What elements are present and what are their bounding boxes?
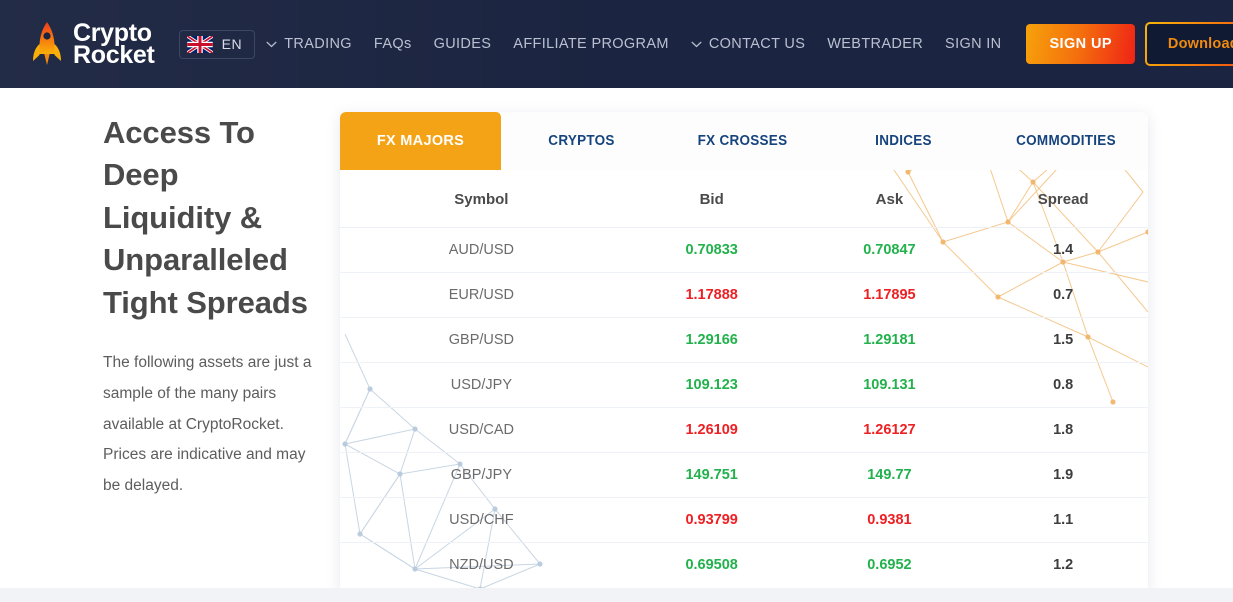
- cell-bid: 1.26109: [622, 407, 801, 453]
- cell-symbol: USD/JPY: [340, 362, 623, 408]
- cell-spread: 0.8: [978, 362, 1148, 408]
- tab-fx-crosses[interactable]: FX CROSSES: [668, 112, 818, 170]
- table-row[interactable]: GBP/JPY 149.751 149.77 1.9: [340, 452, 1148, 498]
- table-row[interactable]: GBP/USD 1.29166 1.29181 1.5: [340, 317, 1148, 363]
- table-row[interactable]: NZD/USD 0.69508 0.6952 1.2: [340, 543, 1148, 588]
- cell-ask: 149.77: [800, 452, 979, 498]
- page-title: Access To Deep Liquidity & Unparalleled …: [103, 115, 308, 320]
- nav-item-webtrader[interactable]: WEBTRADER: [816, 36, 934, 52]
- cell-symbol: EUR/USD: [340, 272, 623, 318]
- quotes-card: FX MAJORS CRYPTOS FX CROSSES INDICES COM…: [340, 112, 1148, 594]
- nav-item-trading[interactable]: TRADING: [255, 36, 363, 52]
- sign-up-button[interactable]: SIGN UP: [1026, 24, 1135, 64]
- brand-logo[interactable]: Crypto Rocket: [30, 20, 155, 68]
- cell-ask: 0.70847: [800, 227, 979, 273]
- cell-bid: 0.70833: [622, 227, 801, 273]
- tab-cryptos[interactable]: CRYPTOS: [507, 112, 657, 170]
- cell-bid: 0.69508: [685, 557, 738, 573]
- nav-label-faqs: FAQs: [373, 36, 412, 52]
- cell-ask: 0.9381: [800, 497, 979, 543]
- intro-column: Access To Deep Liquidity & Unparalleled …: [0, 112, 340, 602]
- cell-ask: 109.131: [800, 362, 979, 408]
- language-selector[interactable]: EN: [178, 29, 256, 59]
- table-row[interactable]: EUR/USD 1.17888 1.17895 0.7: [340, 272, 1148, 318]
- nav-item-guides[interactable]: GUIDES: [423, 36, 503, 52]
- cell-symbol: AUD/USD: [340, 227, 623, 273]
- cell-bid: 109.123: [622, 362, 801, 408]
- table-row[interactable]: USD/CHF 0.93799 0.9381 1.1: [340, 497, 1148, 543]
- nav-item-contact-us[interactable]: CONTACT US: [680, 36, 816, 52]
- rocket-icon: [33, 22, 61, 65]
- language-code: EN: [221, 36, 243, 52]
- cell-symbol: NZD/USD: [449, 557, 514, 573]
- download-mt4-button[interactable]: Download MT4: [1144, 22, 1233, 66]
- intro-paragraph: The following assets are just a sample o…: [103, 354, 312, 495]
- nav-label-webtrader: WEBTRADER: [827, 36, 924, 52]
- cell-spread: 1.8: [978, 407, 1148, 453]
- nav-label-contact-us: CONTACT US: [708, 36, 806, 52]
- top-navigation-bar: Crypto Rocket EN TRADING FAQs GUIDES AFF: [0, 0, 1233, 88]
- column-header-ask: Ask: [800, 170, 979, 228]
- tab-fx-majors[interactable]: FX MAJORS: [340, 112, 501, 170]
- table-row[interactable]: AUD/USD 0.70833 0.70847 1.4: [340, 227, 1148, 273]
- cell-spread: 1.5: [978, 317, 1148, 363]
- main-nav: TRADING FAQs GUIDES AFFILIATE PROGRAM CO…: [255, 22, 1233, 66]
- cell-spread: 1.1: [978, 497, 1148, 543]
- table-row[interactable]: USD/CAD 1.26109 1.26127 1.8: [340, 407, 1148, 453]
- cell-ask: 1.26127: [800, 407, 979, 453]
- chevron-down-icon: [691, 41, 702, 47]
- brand-name-line2: Rocket: [73, 41, 155, 69]
- quotes-table: Symbol Bid Ask Spread AUD/USD 0.70833 0.…: [340, 170, 1148, 587]
- table-row[interactable]: USD/JPY 109.123 109.131 0.8: [340, 362, 1148, 408]
- nav-item-sign-in[interactable]: SIGN IN: [934, 36, 1012, 52]
- cell-symbol: GBP/JPY: [340, 452, 623, 498]
- cell-spread: 0.7: [978, 272, 1148, 318]
- column-header-spread: Spread: [978, 170, 1148, 228]
- cell-bid: 1.17888: [622, 272, 801, 318]
- cell-ask: 1.17895: [800, 272, 979, 318]
- cell-bid: 0.93799: [622, 497, 801, 543]
- cell-ask: 0.6952: [867, 557, 912, 573]
- cell-symbol: USD/CAD: [340, 407, 623, 453]
- nav-label-sign-in: SIGN IN: [945, 36, 1002, 52]
- cell-bid: 149.751: [622, 452, 801, 498]
- cell-spread: 1.2: [1053, 557, 1074, 573]
- tab-indices[interactable]: INDICES: [829, 112, 979, 170]
- page-bottom-divider: [0, 588, 1233, 602]
- cell-bid: 1.29166: [622, 317, 801, 363]
- cell-spread: 1.9: [978, 452, 1148, 498]
- asset-class-tabs: FX MAJORS CRYPTOS FX CROSSES INDICES COM…: [340, 112, 1148, 170]
- nav-item-faqs[interactable]: FAQs: [363, 36, 423, 52]
- table-header-row: Symbol Bid Ask Spread: [340, 170, 1148, 228]
- cell-symbol: USD/CHF: [340, 497, 623, 543]
- quotes-table-body: AUD/USD 0.70833 0.70847 1.4 EUR/USD 1.17…: [340, 227, 1148, 588]
- nav-label-trading: TRADING: [284, 36, 352, 52]
- nav-item-affiliate-program[interactable]: AFFILIATE PROGRAM: [502, 36, 680, 52]
- tab-commodities[interactable]: COMMODITIES: [990, 112, 1143, 170]
- chevron-down-icon: [266, 41, 277, 47]
- column-header-symbol: Symbol: [340, 170, 623, 228]
- nav-label-guides: GUIDES: [433, 36, 492, 52]
- cell-ask: 1.29181: [800, 317, 979, 363]
- page-body: Access To Deep Liquidity & Unparalleled …: [0, 88, 1233, 602]
- uk-flag-icon: [186, 35, 213, 53]
- nav-label-affiliate-program: AFFILIATE PROGRAM: [513, 36, 669, 52]
- column-header-bid: Bid: [622, 170, 801, 228]
- cell-spread: 1.4: [978, 227, 1148, 273]
- cell-symbol: GBP/USD: [340, 317, 623, 363]
